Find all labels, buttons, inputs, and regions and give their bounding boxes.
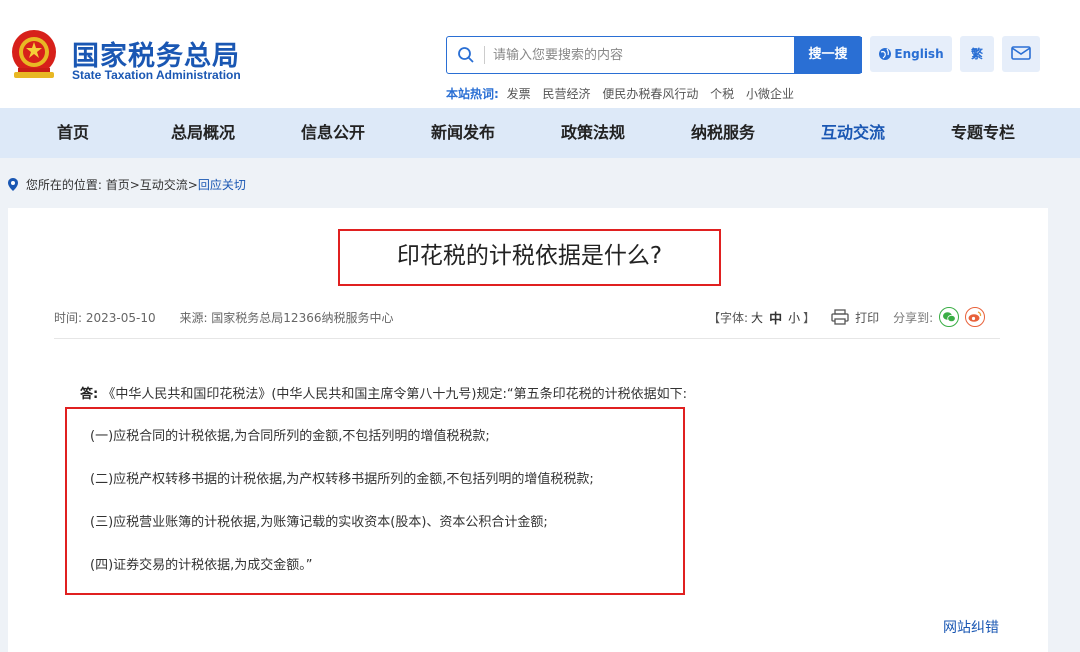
traditional-chinese-button[interactable]: 繁 xyxy=(960,36,994,72)
site-header: 国家税务总局 State Taxation Administration 搜一搜… xyxy=(0,0,1080,108)
hot-keyword[interactable]: 小微企业 xyxy=(746,87,794,101)
mail-icon xyxy=(1011,46,1031,60)
english-version-button[interactable]: English xyxy=(870,36,952,72)
site-error-report-link[interactable]: 网站纠错 xyxy=(943,617,999,637)
wechat-share-icon[interactable] xyxy=(939,307,960,327)
font-size-large[interactable]: 大 xyxy=(751,309,763,326)
main-nav: 首页 总局概况 信息公开 新闻发布 政策法规 纳税服务 互动交流 专题专栏 xyxy=(0,108,1080,158)
mail-button[interactable] xyxy=(1002,36,1040,72)
answer-text: 《中华人民共和国印花税法》(中华人民共和国主席令第八十九号)规定:“第五条印花税… xyxy=(102,387,687,402)
nav-item-special-topics[interactable]: 专题专栏 xyxy=(918,108,1048,158)
breadcrumb-current[interactable]: 回应关切 xyxy=(198,178,246,192)
article-title: 印花税的计税依据是什么? xyxy=(396,243,663,269)
provision-item: (二)应税产权转移书据的计税依据,为产权转移书据所列的金额,不包括列明的增值税税… xyxy=(90,472,594,487)
breadcrumb: 您所在的位置: 首页>互动交流>回应关切 xyxy=(8,176,246,194)
national-emblem-icon xyxy=(8,28,60,80)
article-meta: 时间: 2023-05-10 来源: 国家税务总局12366纳税服务中心 xyxy=(54,309,413,326)
search-bar: 搜一搜 xyxy=(446,36,862,74)
provision-item: (三)应税营业账簿的计税依据,为账簿记载的实收资本(股本)、资本公积合计金额; xyxy=(90,515,548,530)
article-source: 来源: 国家税务总局12366纳税服务中心 xyxy=(179,311,394,325)
nav-item-overview[interactable]: 总局概况 xyxy=(138,108,268,158)
font-size-medium[interactable]: 中 xyxy=(769,308,782,327)
print-label: 打印 xyxy=(855,310,880,325)
nav-item-tax-services[interactable]: 纳税服务 xyxy=(658,108,788,158)
location-pin-icon xyxy=(8,178,18,194)
breadcrumb-home[interactable]: 首页 xyxy=(106,178,130,192)
hot-keyword[interactable]: 个税 xyxy=(710,87,734,101)
search-icon xyxy=(457,46,475,64)
hot-keyword[interactable]: 发票 xyxy=(507,87,531,101)
font-size-small[interactable]: 小 xyxy=(788,309,800,326)
article-date: 时间: 2023-05-10 xyxy=(54,311,156,325)
weibo-share-icon[interactable] xyxy=(965,307,986,327)
print-button[interactable]: 打印 xyxy=(831,309,879,326)
share-label: 分享到: xyxy=(893,310,934,325)
breadcrumb-separator: > xyxy=(187,178,198,192)
meta-divider xyxy=(54,338,1000,339)
brand-name-en: State Taxation Administration xyxy=(72,68,241,82)
font-size-label-close: 】 xyxy=(803,310,816,325)
breadcrumb-section[interactable]: 互动交流 xyxy=(140,178,188,192)
search-separator xyxy=(484,46,485,64)
hot-keywords: 本站热词: 发票 民营经济 便民办税春风行动 个税 小微企业 xyxy=(446,85,802,102)
english-label: English xyxy=(894,47,944,61)
nav-item-home[interactable]: 首页 xyxy=(8,108,138,158)
breadcrumb-separator: > xyxy=(129,178,140,192)
nav-item-info-disclosure[interactable]: 信息公开 xyxy=(268,108,398,158)
hot-keyword[interactable]: 便民办税春风行动 xyxy=(602,87,698,101)
globe-icon xyxy=(879,48,892,60)
provision-item: (一)应税合同的计税依据,为合同所列的金额,不包括列明的增值税税款; xyxy=(90,429,490,444)
breadcrumb-prefix: 您所在的位置: xyxy=(25,178,102,192)
search-input[interactable] xyxy=(493,37,793,73)
nav-item-policies[interactable]: 政策法规 xyxy=(528,108,658,158)
provision-item: (四)证券交易的计税依据,为成交金额。” xyxy=(90,558,313,573)
nav-item-interaction[interactable]: 互动交流 xyxy=(788,108,918,158)
search-button[interactable]: 搜一搜 xyxy=(794,37,862,73)
answer-intro: 答: 《中华人民共和国印花税法》(中华人民共和国主席令第八十九号)规定:“第五条… xyxy=(80,383,687,402)
printer-icon xyxy=(831,309,849,325)
answer-label: 答: xyxy=(80,387,99,402)
article-tools: 【字体: 大 中 小 】 打印 分享到: xyxy=(708,306,986,328)
hot-keyword[interactable]: 民营经济 xyxy=(542,87,590,101)
nav-item-news[interactable]: 新闻发布 xyxy=(398,108,528,158)
font-size-label-open: 【字体: xyxy=(708,310,749,325)
hot-keywords-label: 本站热词: xyxy=(446,87,499,101)
